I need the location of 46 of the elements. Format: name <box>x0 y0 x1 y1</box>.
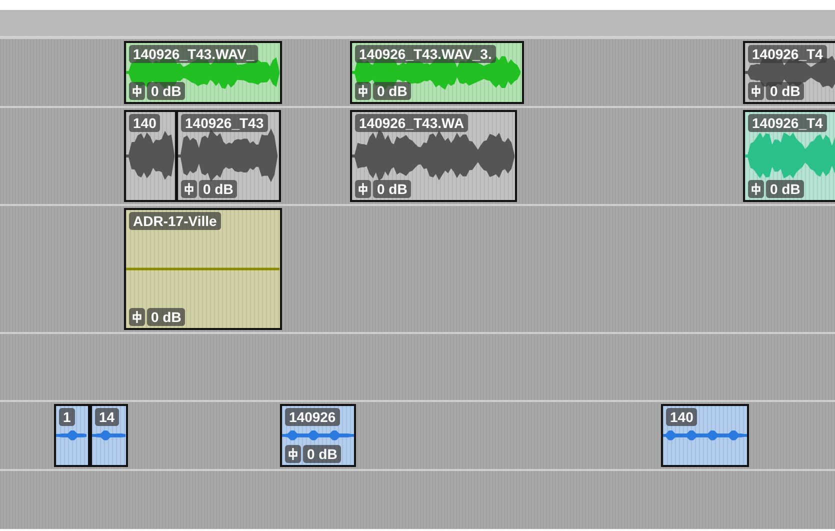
volume-label: 0 dB <box>147 308 186 326</box>
clip-name: 140926_T4 <box>748 45 827 63</box>
audio-clip[interactable]: 140926 0 dB <box>280 404 356 467</box>
audio-clip[interactable]: 140926_T43.WA 0 dB <box>350 110 517 202</box>
volume-label: 0 dB <box>147 82 186 100</box>
audio-clip[interactable]: 1 <box>54 404 90 467</box>
clip-name: 14 <box>95 408 119 426</box>
fader-icon[interactable] <box>748 180 764 198</box>
audio-clip[interactable]: 140926_T43 0 dB <box>176 110 281 202</box>
volume-label: 0 dB <box>199 180 238 198</box>
track-lane[interactable]: ADR-17-Ville 0 dB <box>0 204 835 332</box>
audio-clip[interactable]: 140926_T43.WAV_ 0 dB <box>124 41 282 104</box>
clip-name: ADR-17-Ville <box>129 212 221 230</box>
clip-name: 140926 <box>285 408 340 426</box>
clip-name: 140926_T43.WA <box>355 114 468 132</box>
track-lane[interactable]: 140926_T43.WAV_ 0 dB 140926_T43.WAV_3. 0 dB 140926_T4 0 dB <box>0 37 835 106</box>
volume-label: 0 dB <box>373 180 412 198</box>
clip-name: 140926_T43.WAV_3. <box>355 45 496 63</box>
track-lane[interactable] <box>0 469 835 529</box>
clip-name: 140 <box>129 114 160 132</box>
audio-clip[interactable]: ADR-17-Ville 0 dB <box>124 208 282 330</box>
audio-clip[interactable]: 140 <box>661 404 749 467</box>
fader-icon[interactable] <box>181 180 197 198</box>
clip-name: 1 <box>59 408 75 426</box>
track-lane[interactable]: 1 14 140926 0 dB 140 <box>0 400 835 469</box>
clip-name: 140926_T43 <box>181 114 268 132</box>
fader-icon[interactable] <box>748 82 764 100</box>
volume-label: 0 dB <box>373 82 412 100</box>
volume-label: 0 dB <box>766 82 804 100</box>
clip-name: 140926_T43.WAV_ <box>129 45 258 63</box>
fader-icon[interactable] <box>355 82 371 100</box>
clip-name: 140926_T4 <box>748 114 827 132</box>
fader-icon[interactable] <box>285 445 301 463</box>
audio-clip[interactable]: 14 <box>90 404 128 467</box>
volume-label: 0 dB <box>303 445 342 463</box>
audio-clip[interactable]: 140 <box>124 110 177 202</box>
track-lane[interactable]: 140 140926_T43 0 dB 140926_T43.WA 0 dB 140926_T4 0 dB <box>0 106 835 204</box>
audio-clip[interactable]: 140926_T4 0 dB <box>743 41 835 104</box>
clip-name: 140 <box>666 408 698 426</box>
audio-clip[interactable]: 140926_T43.WAV_3. 0 dB <box>350 41 524 104</box>
fader-icon[interactable] <box>129 82 145 100</box>
fader-icon[interactable] <box>355 180 371 198</box>
volume-label: 0 dB <box>766 180 804 198</box>
track-lane[interactable] <box>0 332 835 400</box>
audio-clip[interactable]: 140926_T4 0 dB <box>743 110 835 202</box>
fader-icon[interactable] <box>129 308 145 326</box>
